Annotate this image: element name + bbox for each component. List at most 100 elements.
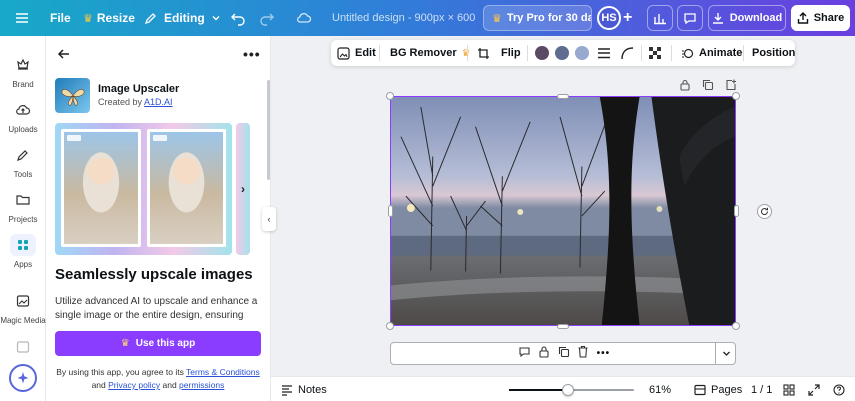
resize-handle-bottom-right[interactable]	[732, 322, 740, 330]
insights-chart-button[interactable]	[647, 5, 673, 31]
color-swatch-1[interactable]	[535, 46, 549, 60]
lock-icon[interactable]	[538, 345, 550, 361]
element-mini-tools	[678, 78, 737, 91]
fullscreen-icon[interactable]	[808, 377, 820, 401]
resize-handle-top-right[interactable]	[732, 92, 740, 100]
resize-handle-top[interactable]	[557, 94, 569, 99]
add-comment-icon[interactable]	[518, 345, 531, 361]
chevron-right-icon[interactable]: ›	[241, 182, 245, 196]
avatar[interactable]: HS	[597, 6, 621, 30]
creator-link[interactable]: A1D.AI	[144, 97, 173, 107]
resize-handle-right[interactable]	[734, 205, 739, 217]
pencil-icon	[144, 13, 156, 25]
crown-icon: ♛	[492, 12, 502, 25]
folder-icon	[10, 189, 36, 211]
editing-mode-dropdown[interactable]: Editing	[144, 0, 221, 36]
preview-image-before	[61, 129, 141, 247]
notes-icon	[282, 384, 292, 396]
back-arrow-icon[interactable]	[56, 46, 72, 62]
page-counter: 1 / 1	[751, 383, 773, 396]
design-title-input[interactable]: Untitled design - 900px × 600...	[318, 8, 476, 28]
help-icon[interactable]	[833, 377, 845, 401]
flip-button[interactable]: Flip	[501, 40, 521, 66]
trash-icon[interactable]	[577, 345, 589, 361]
border-style-button[interactable]	[597, 40, 611, 66]
rotate-handle[interactable]	[757, 204, 772, 219]
add-collaborator-icon[interactable]: +	[623, 0, 632, 36]
color-swatch-3[interactable]	[575, 46, 589, 60]
comments-button[interactable]	[677, 5, 703, 31]
use-this-app-button[interactable]: ♛ Use this app	[55, 331, 261, 356]
zoom-slider-fill	[509, 389, 568, 391]
duplicate-icon[interactable]	[558, 346, 570, 361]
sparkle-icon	[17, 372, 29, 384]
terms-link[interactable]: Terms & Conditions	[186, 367, 260, 377]
panel-scrollbar[interactable]	[267, 80, 270, 180]
undo-icon[interactable]	[230, 0, 246, 36]
resize-handle-bottom[interactable]	[557, 324, 569, 329]
try-pro-button[interactable]: ♛ Try Pro for 30 da...	[483, 5, 592, 31]
duplicate-icon[interactable]	[701, 78, 714, 91]
file-menu[interactable]: File	[50, 0, 71, 36]
rail-item-uploads[interactable]: Uploads	[0, 99, 46, 134]
panel-heading: Seamlessly upscale images	[55, 266, 253, 283]
rotate-icon	[761, 207, 769, 215]
pages-button[interactable]: Pages	[694, 377, 742, 401]
cloud-sync-icon[interactable]	[296, 0, 312, 36]
page-actions: •••	[514, 343, 614, 363]
bg-remover-button[interactable]: BG Remover ♛	[390, 40, 471, 66]
bottom-bar: Notes 61% Pages 1 / 1	[271, 376, 855, 401]
left-rail: Brand Uploads Tools Projects Apps Magic …	[0, 36, 46, 401]
redo-icon[interactable]	[259, 0, 275, 36]
rail-item-tools[interactable]: Tools	[0, 144, 46, 179]
share-icon	[797, 12, 808, 24]
more-options-icon[interactable]: •••	[243, 46, 261, 62]
transparency-icon	[649, 46, 661, 59]
rail-item-projects[interactable]: Projects	[0, 189, 46, 224]
collapse-panel-button[interactable]: ‹	[262, 207, 276, 231]
apps-grid-icon	[10, 234, 36, 256]
rail-item-brand[interactable]: Brand	[0, 54, 46, 89]
edit-image-button[interactable]: Edit	[337, 40, 376, 66]
cloud-upload-icon	[10, 99, 36, 121]
corner-rounding-button[interactable]	[621, 40, 634, 66]
resize-handle-top-left[interactable]	[386, 92, 394, 100]
rail-item-magic-media[interactable]: Magic Media	[0, 290, 46, 325]
privacy-policy-link[interactable]: Privacy policy	[108, 380, 160, 390]
comment-icon	[684, 13, 696, 25]
zoom-slider-thumb[interactable]	[561, 384, 574, 396]
chevron-down-icon[interactable]	[715, 342, 736, 365]
rail-item-apps[interactable]: Apps	[0, 234, 46, 269]
app-name: Image Upscaler	[98, 83, 180, 95]
crown-icon	[10, 54, 36, 76]
resize-handle-bottom-left[interactable]	[386, 322, 394, 330]
magic-media-icon	[10, 290, 36, 312]
download-icon	[712, 13, 723, 24]
more-options-icon[interactable]: •••	[597, 348, 611, 359]
share-button[interactable]: Share	[791, 5, 850, 31]
rail-item-more[interactable]	[0, 336, 46, 358]
hamburger-menu-icon[interactable]	[14, 0, 30, 36]
selected-photo[interactable]	[390, 96, 736, 326]
add-page-icon[interactable]	[724, 78, 737, 91]
animate-icon	[682, 48, 694, 58]
download-button[interactable]: Download	[708, 5, 786, 31]
park-trees-photo	[391, 97, 735, 325]
lock-icon[interactable]	[678, 78, 691, 91]
transparency-button[interactable]	[649, 40, 662, 66]
zoom-level[interactable]: 61%	[649, 377, 671, 401]
animate-button[interactable]: Animate	[681, 40, 742, 66]
magic-assistant-button[interactable]	[9, 364, 37, 392]
pen-tools-icon	[10, 144, 36, 166]
color-swatch-2[interactable]	[555, 46, 569, 60]
preview-image-after	[146, 129, 226, 247]
resize-handle-left[interactable]	[388, 205, 393, 217]
corner-radius-icon	[621, 46, 634, 59]
notes-button[interactable]: Notes	[281, 377, 327, 401]
grid-view-icon[interactable]	[783, 377, 795, 401]
permissions-link[interactable]: permissions	[179, 380, 224, 390]
top-bar: File ♛ Resize Editing Untitled design - …	[0, 0, 855, 36]
position-button[interactable]: Position	[752, 40, 795, 66]
resize-button[interactable]: ♛ Resize	[83, 0, 135, 36]
crop-button[interactable]	[477, 40, 490, 66]
